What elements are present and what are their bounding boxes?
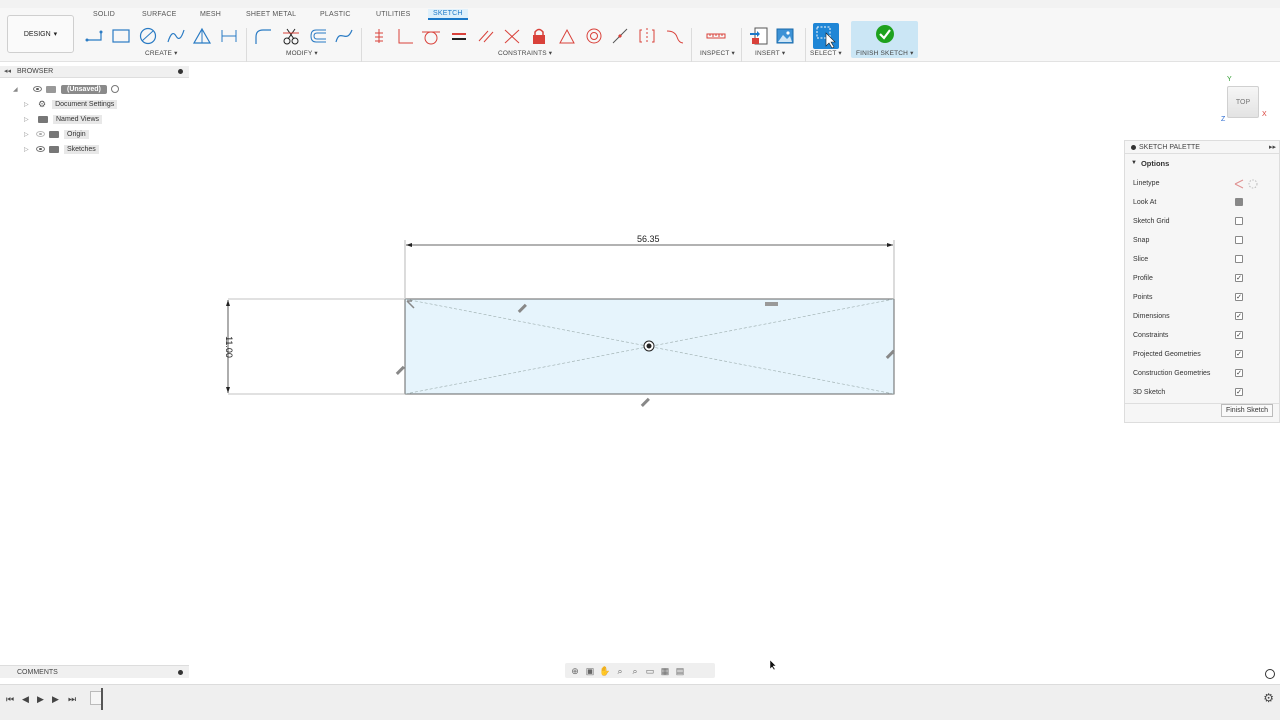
- constraints-checkbox[interactable]: ✓: [1235, 331, 1243, 339]
- option-label: Sketch Grid: [1133, 218, 1170, 225]
- sketch-canvas[interactable]: [0, 0, 1280, 720]
- width-dimension-value[interactable]: 56.35: [637, 234, 660, 244]
- palette-row-points: Points ✓: [1133, 292, 1273, 304]
- option-label: Look At: [1133, 199, 1157, 206]
- go-to-start-icon[interactable]: ⏮: [6, 694, 14, 705]
- viewports-icon[interactable]: ▤: [674, 666, 686, 676]
- pin-icon[interactable]: [1131, 144, 1136, 150]
- dimension-arrow: [226, 387, 230, 393]
- option-label: Points: [1133, 294, 1153, 301]
- look-at-icon[interactable]: [1235, 198, 1243, 206]
- dimension-arrow: [226, 300, 230, 306]
- palette-row-constraints: Constraints ✓: [1133, 330, 1273, 342]
- palette-finish-sketch-button[interactable]: Finish Sketch: [1220, 404, 1273, 417]
- step-forward-icon[interactable]: ▶: [52, 694, 59, 705]
- option-label: Construction Geometries: [1133, 370, 1211, 377]
- fusion-app: DESIGN ▾ SOLID SURFACE MESH SHEET METAL …: [0, 0, 1280, 720]
- palette-row-dimensions: Dimensions ✓: [1133, 311, 1273, 323]
- option-label: Linetype: [1133, 180, 1160, 187]
- slice-checkbox[interactable]: [1235, 255, 1243, 263]
- palette-row-sketch-grid: Sketch Grid: [1133, 216, 1273, 228]
- construction-geometries-checkbox[interactable]: ✓: [1235, 369, 1243, 377]
- option-label: Slice: [1133, 256, 1149, 263]
- timeline-marker[interactable]: [101, 688, 103, 710]
- sketch-grid-checkbox[interactable]: [1235, 217, 1243, 225]
- navigation-bar: ⊕ ▣ ✋ ⌕ ⌕ ▭ ▦ ▤: [565, 663, 715, 678]
- timeline-bar: ⏮ ◀ ▶ ▶ ⏭ ⚙: [0, 684, 1280, 720]
- palette-row-projected-geometries: Projected Geometries ✓: [1133, 349, 1273, 361]
- expand-arrows-icon[interactable]: ▸▸: [1269, 143, 1276, 151]
- play-icon[interactable]: ▶: [37, 694, 44, 705]
- projected-geometries-checkbox[interactable]: ✓: [1235, 350, 1243, 358]
- notification-icon[interactable]: [1265, 669, 1275, 679]
- horizontal-constraint-glyph: [765, 302, 778, 306]
- orbit-icon[interactable]: ⊕: [569, 666, 581, 676]
- option-label: Constraints: [1133, 332, 1169, 339]
- viewcube-face-label: TOP: [1235, 98, 1251, 106]
- dimensions-checkbox[interactable]: ✓: [1235, 312, 1243, 320]
- palette-row-profile: Profile ✓: [1133, 273, 1273, 285]
- step-back-icon[interactable]: ◀: [22, 694, 29, 705]
- linetype-toggle-icon[interactable]: [1233, 178, 1259, 190]
- sketch-palette: SKETCH PALETTE ▸▸ ▼ Options Linetype Loo…: [1124, 140, 1280, 423]
- comments-panel-header[interactable]: COMMENTS: [0, 665, 189, 678]
- comments-title: COMMENTS: [17, 669, 58, 676]
- axis-z-label: Z: [1221, 116, 1226, 123]
- options-label: Options: [1140, 158, 1170, 168]
- snap-checkbox[interactable]: [1235, 236, 1243, 244]
- palette-row-construction-geometries: Construction Geometries ✓: [1133, 368, 1273, 380]
- palette-row-snap: Snap: [1133, 235, 1273, 247]
- dimension-arrow: [887, 243, 893, 247]
- midpoint-center-icon: [643, 340, 655, 352]
- profile-checkbox[interactable]: ✓: [1235, 274, 1243, 282]
- option-label: Dimensions: [1133, 313, 1170, 320]
- option-label: Profile: [1133, 275, 1153, 282]
- zoom-window-icon[interactable]: ⌕: [629, 666, 641, 676]
- axis-x-label: X: [1262, 111, 1267, 118]
- palette-row-linetype: Linetype: [1133, 178, 1273, 190]
- option-label: Projected Geometries: [1133, 351, 1201, 358]
- grid-settings-icon[interactable]: ▦: [659, 666, 671, 676]
- viewcube[interactable]: TOP: [1227, 86, 1259, 118]
- palette-row-3d-sketch: 3D Sketch ✓: [1133, 387, 1273, 399]
- caret-down-icon: ▼: [1131, 160, 1137, 166]
- pin-icon[interactable]: [178, 670, 183, 675]
- sketch-palette-title: SKETCH PALETTE: [1139, 143, 1200, 151]
- axis-y-label: Y: [1227, 76, 1232, 83]
- points-checkbox[interactable]: ✓: [1235, 293, 1243, 301]
- sketch-palette-header[interactable]: SKETCH PALETTE ▸▸: [1125, 141, 1279, 154]
- zoom-icon[interactable]: ⌕: [614, 666, 626, 676]
- go-to-end-icon[interactable]: ⏭: [68, 694, 76, 705]
- option-label: Snap: [1133, 237, 1150, 244]
- mouse-cursor-icon: [769, 659, 777, 671]
- palette-row-look-at: Look At: [1133, 197, 1273, 209]
- 3d-sketch-checkbox[interactable]: ✓: [1235, 388, 1243, 396]
- gear-icon[interactable]: ⚙: [1263, 691, 1274, 705]
- dimension-arrow: [406, 243, 412, 247]
- display-settings-icon[interactable]: ▭: [644, 666, 656, 676]
- pan-hand-icon[interactable]: ✋: [599, 666, 611, 676]
- look-at-icon[interactable]: ▣: [584, 666, 596, 676]
- option-label: 3D Sketch: [1133, 389, 1166, 396]
- options-section-header[interactable]: ▼ Options: [1125, 154, 1279, 172]
- height-dimension-value[interactable]: 11.00: [224, 336, 234, 358]
- palette-row-slice: Slice: [1133, 254, 1273, 266]
